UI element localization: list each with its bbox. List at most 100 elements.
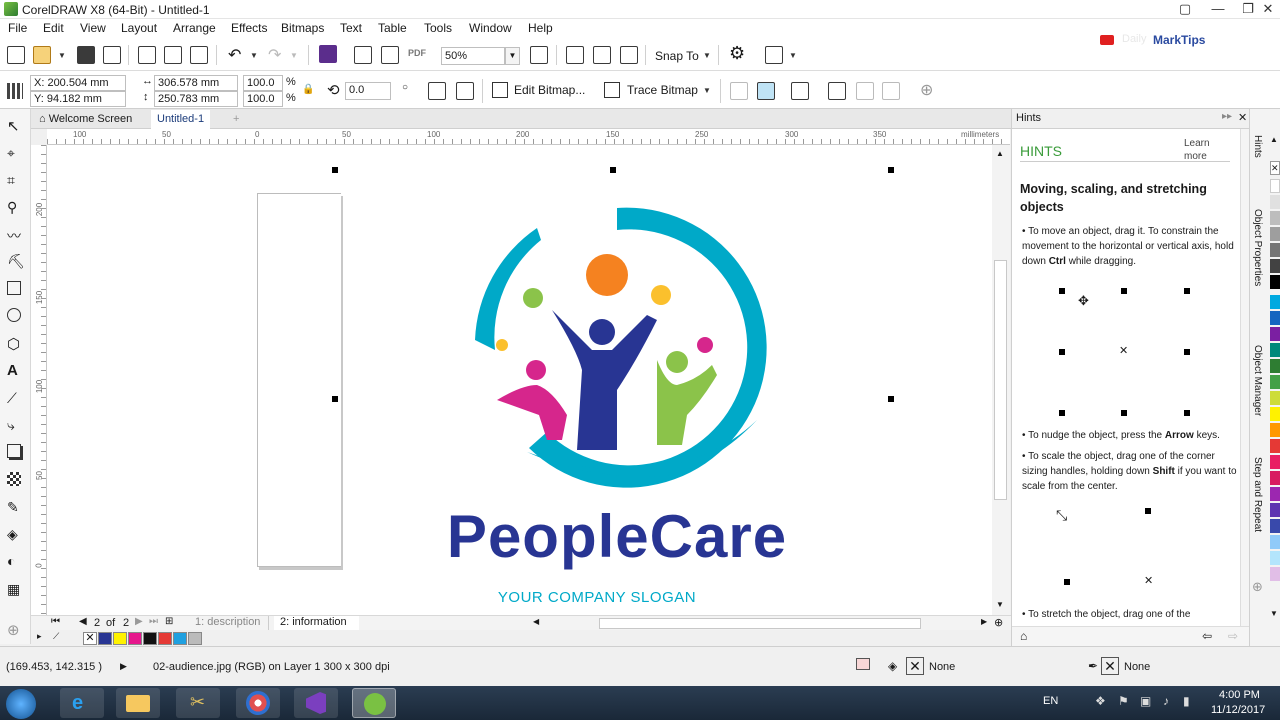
to-back-icon[interactable] [882, 82, 900, 100]
palette-swatch-navy[interactable] [1270, 519, 1280, 533]
palette-swatch-yellow[interactable] [1270, 407, 1280, 421]
add-tool-icon[interactable]: ⊕ [7, 621, 24, 639]
freehand-tool-icon[interactable]: 〰 [7, 226, 24, 244]
palette-swatch-pale-blue[interactable] [1270, 551, 1280, 565]
export-icon[interactable] [381, 46, 399, 64]
zoom-dropdown-caret[interactable]: ▼ [505, 47, 520, 65]
taskbar-visual-studio-icon[interactable] [294, 688, 338, 718]
taskbar-tools-icon[interactable]: ✂ [176, 688, 220, 718]
first-page-icon[interactable]: ⏮ [51, 616, 60, 627]
print-icon[interactable] [103, 46, 121, 64]
learn-more-link[interactable]: Learn more [1184, 137, 1224, 163]
redo-dropdown-caret[interactable]: ▼ [290, 51, 298, 60]
selection-handle-top[interactable] [610, 167, 616, 173]
menu-arrange[interactable]: Arrange [173, 21, 216, 35]
start-button[interactable] [6, 689, 36, 719]
palette-swatch-gray70[interactable] [1270, 243, 1280, 257]
menu-bitmaps[interactable]: Bitmaps [281, 21, 324, 35]
crop-bitmap-icon[interactable] [791, 82, 809, 100]
taskbar-explorer-icon[interactable] [116, 688, 160, 718]
taskbar-ie-icon[interactable]: e [60, 688, 104, 718]
taskbar-coreldraw-icon[interactable] [352, 688, 396, 718]
tab-untitled-1[interactable]: Untitled-1 [151, 110, 211, 129]
menu-window[interactable]: Window [469, 21, 512, 35]
x-position-field[interactable]: X: 200.504 mm [30, 75, 126, 91]
scroll-right-arrow[interactable]: ▶ [981, 617, 987, 626]
tab-welcome-screen[interactable]: ⌂ Welcome Screen [33, 110, 138, 129]
pick-tool-icon[interactable]: ↖ [7, 117, 24, 135]
horizontal-scroll-thumb[interactable] [599, 618, 921, 629]
launcher-dropdown-caret[interactable]: ▼ [789, 51, 797, 60]
mirror-vertical-icon[interactable] [456, 82, 474, 100]
eyedropper-palette-icon[interactable]: ⟋ [53, 631, 59, 642]
palette-swatch-lavender[interactable] [1270, 567, 1280, 581]
hints-close-icon[interactable]: ✕ [1238, 111, 1247, 124]
palette-swatch-orange[interactable] [1270, 423, 1280, 437]
publish-pdf-icon[interactable]: PDF [408, 48, 426, 58]
menu-file[interactable]: File [8, 21, 27, 35]
palette-swatch-cyan[interactable] [1270, 295, 1280, 309]
options-gear-icon[interactable]: ⚙ [729, 43, 745, 64]
import-icon[interactable] [354, 46, 372, 64]
palette-scroll-up-arrow[interactable]: ▲ [1270, 135, 1280, 149]
new-tab-icon[interactable]: + [227, 110, 245, 129]
selection-handle-top-left[interactable] [332, 167, 338, 173]
palette-swatch-pink[interactable] [1270, 455, 1280, 469]
zoom-tool-icon[interactable]: ⚲ [7, 199, 24, 216]
open-dropdown-caret[interactable]: ▼ [58, 51, 66, 60]
outline-pen-icon[interactable]: ✒ [1088, 659, 1098, 673]
selection-handle-right[interactable] [888, 396, 894, 402]
scale-width-field[interactable]: 100.0 [243, 75, 283, 91]
smart-fill-icon[interactable]: ◐ [7, 553, 24, 570]
palette-scroll-down-arrow[interactable]: ▼ [1270, 609, 1280, 623]
text-tool-icon[interactable]: A [7, 362, 24, 379]
dock-tab-object-properties[interactable]: Object Properties [1252, 209, 1263, 286]
mesh-fill-tool-icon[interactable]: ▦ [7, 581, 24, 598]
trace-bitmap-icon[interactable] [604, 82, 620, 98]
parallel-dimension-tool-icon[interactable]: ⟋ [7, 390, 24, 407]
snap-to-button[interactable]: Snap To [655, 49, 699, 63]
swatch-magenta[interactable] [128, 632, 142, 645]
swatch-black[interactable] [143, 632, 157, 645]
search-content-icon[interactable] [319, 45, 337, 63]
edit-bitmap-icon[interactable] [492, 82, 508, 98]
height-field[interactable]: 250.783 mm [154, 91, 238, 107]
scroll-up-arrow[interactable]: ▲ [996, 149, 1004, 158]
palette-swatch-green-light[interactable] [1270, 375, 1280, 389]
palette-swatch-none[interactable]: ✕ [1270, 161, 1280, 175]
palette-swatch-violet[interactable] [1270, 487, 1280, 501]
vertical-scrollbar[interactable]: ▲ ▼ [992, 145, 1010, 615]
redo-icon[interactable]: ↷ [268, 45, 281, 65]
dock-tab-object-manager[interactable]: Object Manager [1252, 345, 1263, 416]
save-icon[interactable] [77, 46, 95, 64]
page-tab-description[interactable]: 1: description [189, 616, 269, 630]
selection-handle-left[interactable] [332, 396, 338, 402]
bitmap-color-mask-icon[interactable] [730, 82, 748, 100]
palette-swatch-gray30[interactable] [1270, 211, 1280, 225]
transparency-tool-icon[interactable] [7, 472, 21, 486]
snap-to-dropdown-caret[interactable]: ▼ [703, 51, 711, 60]
help-icon[interactable]: ▢ [1170, 0, 1200, 19]
color-proof-icon[interactable] [856, 658, 870, 670]
lock-ratio-icon[interactable]: 🔒 [302, 84, 314, 95]
taskbar-corel-connect-icon[interactable] [236, 688, 280, 718]
swatch-yellow[interactable] [113, 632, 127, 645]
undo-dropdown-caret[interactable]: ▼ [250, 51, 258, 60]
menu-effects[interactable]: Effects [231, 21, 267, 35]
selection-handle-top-right[interactable] [888, 167, 894, 173]
swatch-navy[interactable] [98, 632, 112, 645]
drawing-canvas[interactable]: PeopleCare YOUR COMPANY SLOGAN [47, 145, 992, 615]
full-screen-icon[interactable] [530, 46, 548, 64]
palette-swatch-sky[interactable] [1270, 535, 1280, 549]
palette-swatch-green[interactable] [1270, 359, 1280, 373]
dock-tab-step-and-repeat[interactable]: Step and Repeat [1252, 457, 1263, 532]
input-language[interactable]: EN [1043, 695, 1058, 707]
polygon-tool-icon[interactable]: ⬡ [7, 335, 24, 353]
undo-icon[interactable]: ↶ [228, 45, 241, 65]
palette-swatch-black[interactable] [1270, 275, 1280, 289]
menu-help[interactable]: Help [528, 21, 553, 35]
mirror-horizontal-icon[interactable] [428, 82, 446, 100]
palette-swatch-indigo[interactable] [1270, 503, 1280, 517]
cut-icon[interactable] [138, 46, 156, 64]
palette-swatch-purple[interactable] [1270, 327, 1280, 341]
